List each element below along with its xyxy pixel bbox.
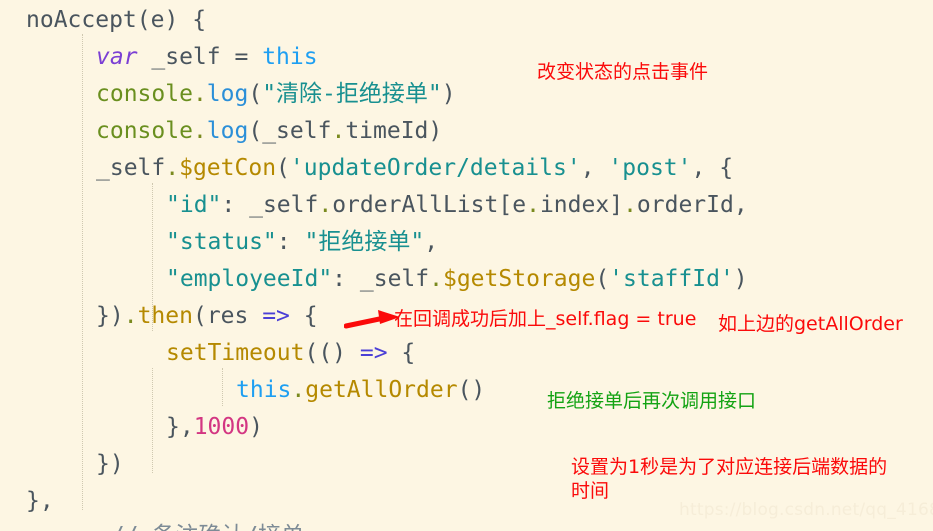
code-token: ) — [249, 414, 263, 440]
code-token: _self — [137, 44, 235, 70]
code-token: ) — [441, 81, 456, 107]
code-token: => — [262, 303, 290, 329]
code-token: . — [192, 81, 207, 107]
code-token: log — [206, 81, 249, 107]
code-token: , { — [691, 155, 734, 181]
code-token: _self — [359, 266, 430, 292]
code-token: then — [137, 303, 193, 329]
code-token: }, — [26, 488, 54, 514]
code-token: { — [289, 303, 318, 329]
code-token: "employeeId" — [166, 266, 333, 292]
code-token: () — [457, 377, 486, 403]
code-token: console — [96, 118, 193, 144]
code-token: ) { — [164, 7, 207, 33]
code-block[interactable]: noAccept(e) {var _self = this console.log… — [0, 0, 933, 531]
code-token: , — [733, 192, 748, 218]
code-token: ( — [192, 303, 207, 329]
code-line: "employeeId": _self.$getStorage('staffId… — [0, 261, 933, 298]
code-line: console.log("清除-拒绝接单") — [0, 76, 933, 113]
code-token: . — [123, 303, 138, 329]
code-token: { — [387, 340, 416, 366]
code-token: e — [150, 7, 165, 33]
code-token: 'staffId' — [609, 266, 734, 292]
code-token: }, — [166, 414, 194, 440]
code-token: }) — [96, 451, 124, 477]
csdn-watermark: https://blog.csdn.net/qq_41687299 — [679, 500, 933, 520]
code-token: . — [623, 192, 637, 218]
code-line: "id": _self.orderAllList[e.index].orderI… — [0, 187, 933, 224]
code-token: . — [429, 266, 443, 292]
code-token: . — [165, 155, 180, 181]
code-line: this.getAllOrder() — [0, 372, 933, 409]
code-token: timeId — [345, 118, 429, 144]
code-token: e — [512, 192, 527, 218]
code-token: . — [192, 118, 207, 144]
code-token: var — [96, 44, 138, 70]
code-token: ) — [428, 118, 443, 144]
code-token: $getStorage — [442, 266, 596, 292]
code-token: . — [291, 377, 306, 403]
code-token: noAccept — [26, 7, 137, 33]
code-token: this — [236, 377, 292, 403]
code-token: "清除-拒绝接单" — [262, 81, 442, 107]
code-token: $getCon — [179, 155, 277, 181]
code-token: ] — [609, 192, 624, 218]
annotation-like-getallorder-note: 如上边的getAllOrder — [718, 313, 903, 335]
code-token: getAllOrder — [305, 377, 458, 403]
code-token: , — [424, 229, 439, 255]
code-token: index — [539, 192, 610, 218]
code-token: ( — [248, 81, 263, 107]
code-token: this — [262, 44, 318, 70]
code-token: [ — [498, 192, 513, 218]
code-token: : — [276, 229, 305, 255]
code-token: "id" — [166, 192, 222, 218]
code-token: ) — [733, 266, 748, 292]
code-token: (() — [304, 340, 360, 366]
code-token: ( — [276, 155, 290, 181]
code-screenshot: noAccept(e) { noAccept(e) {var _self = t… — [0, 0, 933, 531]
code-token: ( — [248, 118, 263, 144]
annotation-recall-interface-note: 拒绝接单后再次调用接口 — [547, 390, 757, 412]
code-token: console — [96, 81, 193, 107]
code-token: . — [318, 192, 333, 218]
code-token: orderAllList — [332, 192, 499, 218]
code-line: "status": "拒绝接单", — [0, 224, 933, 261]
code-line: _self.$getCon('updateOrder/details', 'po… — [0, 150, 933, 187]
code-token: "status" — [166, 229, 277, 255]
clipped-bottom-code-line: // 备注确认/接单 — [0, 516, 304, 531]
code-line: var _self = this — [0, 39, 933, 76]
code-token: . — [526, 192, 540, 218]
code-token: => — [359, 340, 388, 366]
code-token: log — [206, 118, 249, 144]
code-token: _self — [262, 118, 332, 144]
code-token: 'post' — [608, 155, 692, 181]
annotation-callback-flag-note: 在回调成功后加上_self.flag = true — [394, 308, 697, 330]
callback-pointer-arrow-icon — [344, 310, 400, 329]
code-token: 'updateOrder/details' — [289, 155, 581, 181]
code-token: : — [221, 192, 250, 218]
code-token: . — [331, 118, 346, 144]
code-line: setTimeout(() => { — [0, 335, 933, 372]
code-token: ( — [595, 266, 610, 292]
code-token: orderId — [636, 192, 734, 218]
code-token: _self — [249, 192, 319, 218]
code-token: res — [206, 303, 263, 329]
code-token: , — [580, 155, 609, 181]
code-token: "拒绝接单" — [304, 229, 425, 255]
code-token: }) — [96, 303, 124, 329]
code-line: },1000) — [0, 409, 933, 446]
code-line: console.log(_self.timeId) — [0, 113, 933, 150]
annotation-click-event-note: 改变状态的点击事件 — [537, 61, 709, 83]
annotation-one-second-note: 设置为1秒是为了对应连接后端数据的 时间 — [571, 456, 888, 503]
code-token: = — [234, 44, 263, 70]
code-line: noAccept(e) { — [0, 2, 933, 39]
code-token: setTimeout — [166, 340, 305, 366]
code-token: ( — [136, 7, 151, 33]
code-token: _self — [96, 155, 166, 181]
code-token: : — [332, 266, 360, 292]
code-token: 1000 — [193, 414, 250, 440]
